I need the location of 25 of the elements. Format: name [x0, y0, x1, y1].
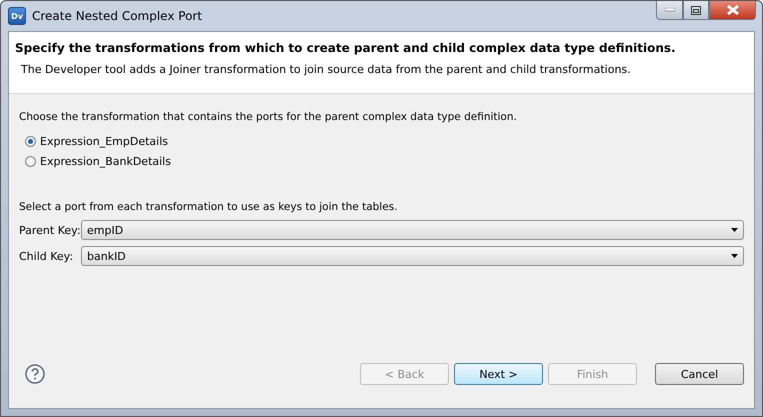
dropdown-field[interactable]: empID	[81, 220, 744, 240]
app-icon: Dv	[8, 7, 26, 25]
minimize-icon	[664, 8, 674, 12]
dialog-button[interactable]: Next >	[454, 363, 543, 385]
caret-icon	[731, 254, 738, 258]
radio-button[interactable]	[25, 136, 36, 146]
radio-button[interactable]	[25, 156, 36, 166]
maximize-icon	[691, 6, 701, 14]
dialog-button[interactable]: Cancel	[655, 363, 744, 385]
caret-icon	[731, 228, 738, 232]
maximize-button[interactable]	[683, 1, 709, 20]
radio-option[interactable]: Expression_EmpDetails	[25, 131, 744, 151]
help-icon[interactable]	[25, 364, 45, 384]
field-label: Parent Key:	[19, 224, 81, 236]
close-button[interactable]	[709, 1, 756, 20]
close-icon	[726, 5, 738, 15]
page-description: The Developer tool adds a Joiner transformation to join source data from the parent and child transformations.	[20, 63, 632, 76]
field-label: Child Key:	[19, 250, 74, 262]
instruction-text: Choose the transformation that contains the ports for the parent complex data type definition.	[19, 111, 518, 123]
minimize-button[interactable]	[656, 1, 683, 20]
radio-option[interactable]: Expression_BankDetails	[25, 151, 744, 171]
window-title: Create Nested Complex Port	[32, 9, 202, 23]
page-title: Specify the transformations from which to create parent and child complex data type definitions.	[15, 41, 677, 55]
instruction-text: Select a port from each transformation to use as keys to join the tables.	[19, 201, 398, 213]
dropdown-field[interactable]: bankID	[81, 246, 744, 266]
